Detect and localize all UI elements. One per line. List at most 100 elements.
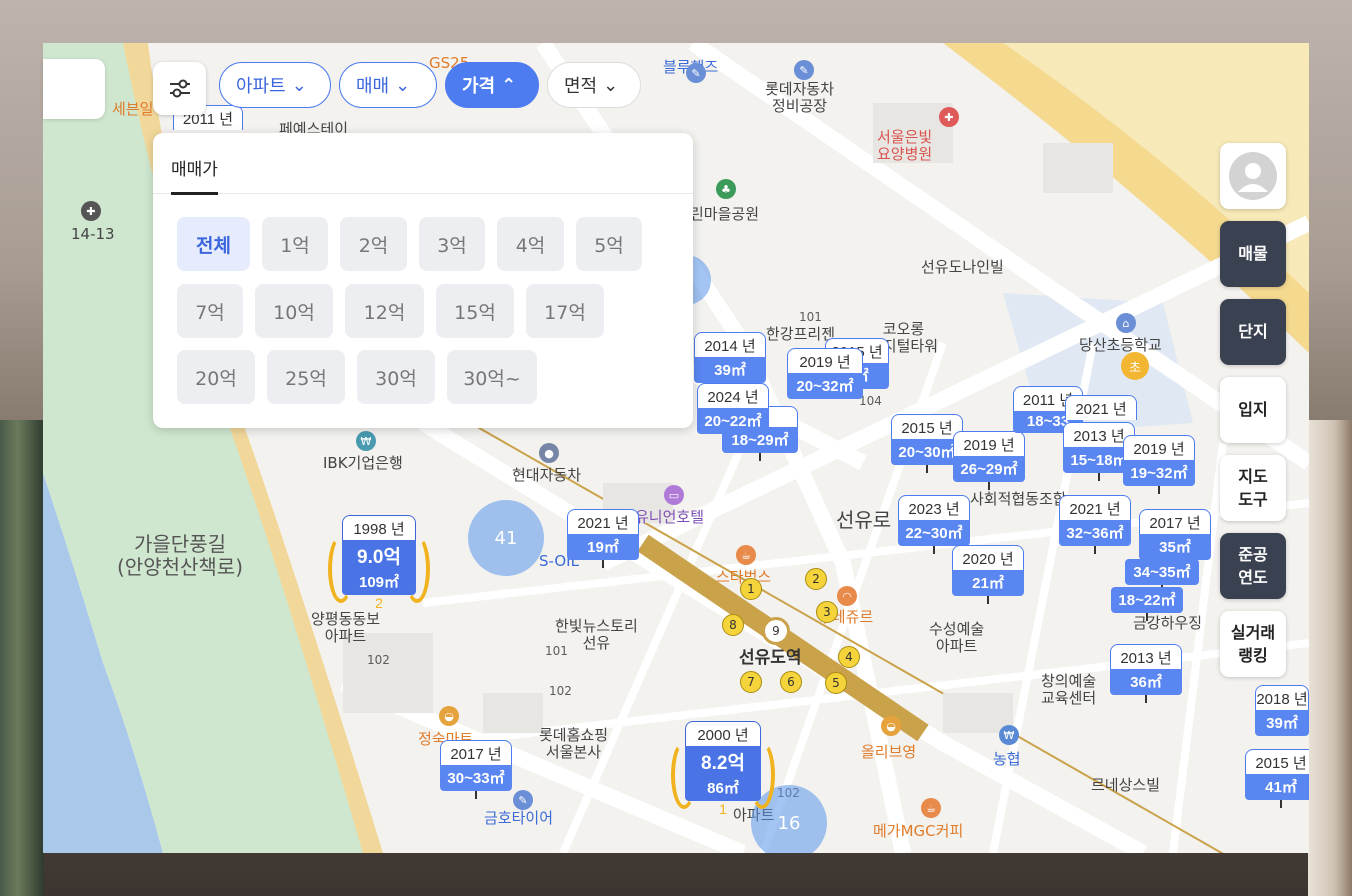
built-year-button[interactable]: 준공 연도 — [1220, 533, 1286, 599]
social-coop-label[interactable]: 사회적협동조합 — [970, 490, 1067, 508]
location-button[interactable]: 입지 — [1220, 377, 1286, 443]
bluehands-icon[interactable]: ✎ — [686, 63, 706, 83]
price-option[interactable]: 2억 — [340, 217, 407, 271]
lotte-home-label[interactable]: 롯데홈쇼핑 서울본사 — [539, 726, 608, 762]
cluster-41[interactable]: 41 — [468, 500, 544, 576]
chevron-up-icon: ⌃ — [501, 74, 517, 96]
map-tools-button[interactable]: 지도 도구 — [1220, 455, 1286, 521]
gaeul-trail-label: 가을단풍길 (안양천산책로) — [117, 532, 244, 579]
price-option[interactable]: 17억 — [526, 284, 604, 338]
tab-sale-price[interactable]: 매매가 — [171, 155, 218, 195]
susung-apt-label[interactable]: 수성예술 아파트 — [929, 620, 984, 656]
yangpyeong-apt-label[interactable]: 양평동동보 아파트 — [311, 610, 380, 646]
area-filter[interactable]: 면적 ⌄ — [547, 62, 641, 108]
exit-4[interactable]: 4 — [838, 646, 860, 668]
exit-8[interactable]: 8 — [722, 614, 744, 636]
lotte-service-label[interactable]: 롯데자동차 정비공장 — [765, 80, 834, 116]
filter-button[interactable] — [153, 62, 206, 115]
complex-marker[interactable]: 2021 년 32~36㎡ — [1059, 495, 1131, 554]
exit-3[interactable]: 3 — [816, 601, 838, 623]
complex-marker[interactable]: 2024 년 20~22㎡ — [697, 383, 769, 434]
price-option[interactable]: 30억~ — [447, 350, 537, 404]
complex-marker[interactable]: 2021 년 — [1065, 395, 1137, 420]
price-option[interactable]: 30억 — [357, 350, 435, 404]
hotel-icon[interactable]: ▭ — [664, 485, 684, 505]
exit-5[interactable]: 5 — [825, 672, 847, 694]
complex-marker[interactable]: 2019 년 19~32㎡ — [1123, 435, 1195, 494]
chevron-down-icon: ⌄ — [291, 74, 307, 96]
complex-marker[interactable]: 2019 년 20~32㎡ — [787, 348, 863, 399]
ibk-label[interactable]: IBK기업은행 — [323, 454, 403, 472]
school-badge[interactable]: 초 — [1121, 352, 1149, 380]
apartment-filter-label: 아파트 — [236, 76, 286, 97]
bank-nh-icon[interactable]: ₩ — [999, 725, 1019, 745]
complex-button[interactable]: 단지 — [1220, 299, 1286, 365]
line9-icon[interactable]: 9 — [762, 617, 790, 645]
nonghyup-label[interactable]: 농협 — [993, 750, 1021, 768]
bus-stop-label[interactable]: 14-13 — [71, 225, 115, 243]
bldg-101a: 101 — [799, 310, 822, 324]
school-label[interactable]: 당산초등학교 — [1079, 336, 1162, 354]
price-option[interactable]: 7억 — [177, 284, 243, 338]
hyundai-label[interactable]: 현대자동차 — [512, 466, 581, 484]
search-panel-stub[interactable] — [43, 59, 105, 119]
bakery-icon[interactable]: ◠ — [837, 586, 857, 606]
exit-1[interactable]: 1 — [740, 578, 762, 600]
exit-2[interactable]: 2 — [805, 568, 827, 590]
apartment-filter[interactable]: 아파트 ⌄ — [219, 62, 331, 108]
olive-label[interactable]: 올리브영 — [861, 743, 916, 761]
complex-marker[interactable]: 18~22㎡ — [1111, 587, 1183, 621]
price-option[interactable]: 1억 — [262, 217, 328, 271]
price-option[interactable]: 15억 — [436, 284, 514, 338]
complex-marker[interactable]: 2017 년 30~33㎡ — [440, 740, 512, 799]
price-option[interactable]: 5억 — [576, 217, 642, 271]
price-option[interactable]: 3억 — [419, 217, 485, 271]
bus-stop-icon[interactable]: ✚ — [81, 201, 101, 221]
tire-icon[interactable]: ✎ — [513, 790, 533, 810]
hospital-label[interactable]: 서울은빛 요양병원 — [877, 128, 932, 164]
exit-7[interactable]: 7 — [740, 671, 762, 693]
chevron-down-icon: ⌄ — [603, 74, 619, 96]
park-icon[interactable]: ♣ — [716, 179, 736, 199]
top-trade-marker[interactable]: 2000 년 8.2억 86㎡ 1 — [671, 721, 775, 817]
repair-icon[interactable]: ✎ — [794, 60, 814, 80]
complex-marker[interactable]: 2018 년 39㎡ — [1255, 685, 1309, 736]
price-option[interactable]: 12억 — [345, 284, 424, 338]
top-trade-marker[interactable]: 1998 년 9.0억 109㎡ 2 — [328, 515, 430, 611]
olive-icon[interactable]: ◒ — [881, 716, 901, 736]
price-option[interactable]: 4억 — [497, 217, 564, 271]
complex-marker[interactable]: 2020 년 21㎡ — [952, 545, 1024, 604]
hotel-label[interactable]: 유니언호텔 — [635, 508, 704, 526]
ranking-button[interactable]: 실거래 랭킹 — [1220, 611, 1286, 677]
listing-button[interactable]: 매물 — [1220, 221, 1286, 287]
price-option[interactable]: 10억 — [255, 284, 333, 338]
complex-marker[interactable]: 2013 년 36㎡ — [1110, 644, 1182, 703]
mega-icon[interactable]: ☕ — [921, 798, 941, 818]
price-option[interactable]: 20억 — [177, 350, 255, 404]
price-filter[interactable]: 가격 ⌃ — [445, 62, 539, 108]
profile-avatar[interactable] — [1220, 143, 1286, 209]
mega-label[interactable]: 메가MGC커피 — [873, 822, 963, 840]
mart-icon[interactable]: ◒ — [439, 706, 459, 726]
price-option[interactable]: 25억 — [267, 350, 345, 404]
price-tab-row: 매매가 — [153, 133, 693, 195]
cafe-icon[interactable]: ☕ — [736, 545, 756, 565]
trade-type-filter[interactable]: 매매 ⌄ — [339, 62, 437, 108]
school-icon[interactable]: ⌂ — [1116, 313, 1136, 333]
hospital-icon[interactable]: ✚ — [939, 107, 959, 127]
exit-6[interactable]: 6 — [780, 671, 802, 693]
complex-marker[interactable]: 2017 년 35㎡ — [1139, 509, 1211, 560]
bank-icon[interactable]: ₩ — [356, 431, 376, 451]
seven-label[interactable]: 세븐일 — [112, 100, 153, 118]
car-dealer-icon[interactable]: ● — [539, 443, 559, 463]
complex-marker[interactable]: 2019 년 26~29㎡ — [953, 431, 1025, 490]
station-label[interactable]: 선유도역 — [739, 648, 802, 669]
renaissance-label[interactable]: 르네상스빌 — [1091, 776, 1160, 794]
complex-marker[interactable]: 2015 년 41㎡ — [1245, 749, 1309, 808]
geumho-label[interactable]: 금호타이어 — [484, 809, 553, 827]
changui-label[interactable]: 창의예술 교육센터 — [1041, 672, 1096, 708]
seonyu-villa-label[interactable]: 선유도나인빌 — [921, 258, 1004, 276]
complex-marker[interactable]: 2021 년 19㎡ — [567, 509, 639, 568]
park-label[interactable]: 린마을공원 — [690, 205, 759, 223]
price-option[interactable]: 전체 — [177, 217, 250, 271]
